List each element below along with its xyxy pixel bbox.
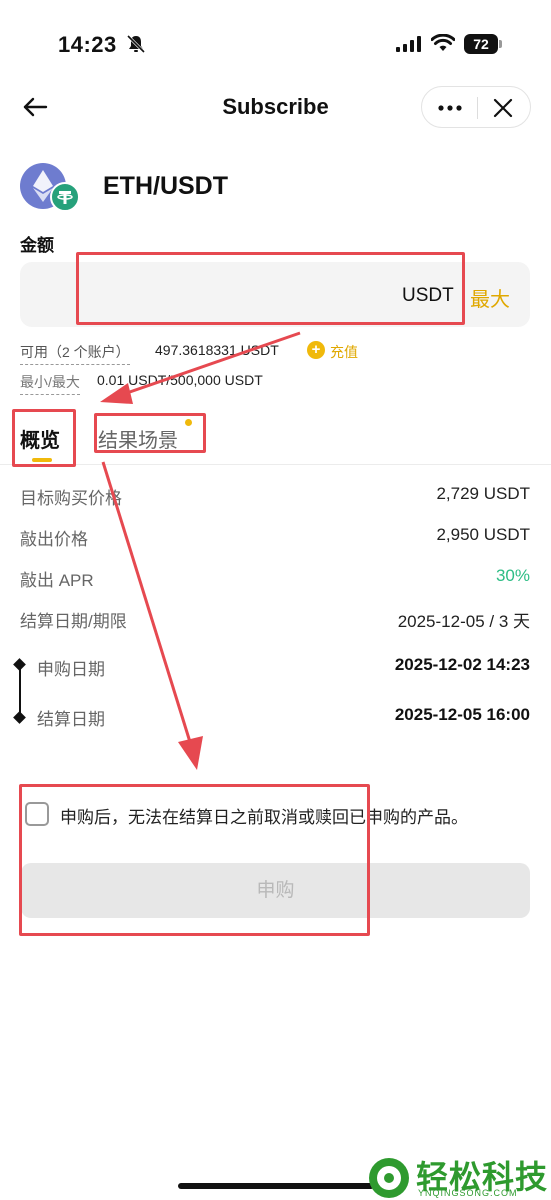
annotation-arrows xyxy=(100,331,301,770)
watermark-subtext: YNQINGSONG.COM xyxy=(418,1188,518,1198)
home-indicator xyxy=(178,1183,374,1189)
watermark-logo-icon xyxy=(369,1158,409,1198)
